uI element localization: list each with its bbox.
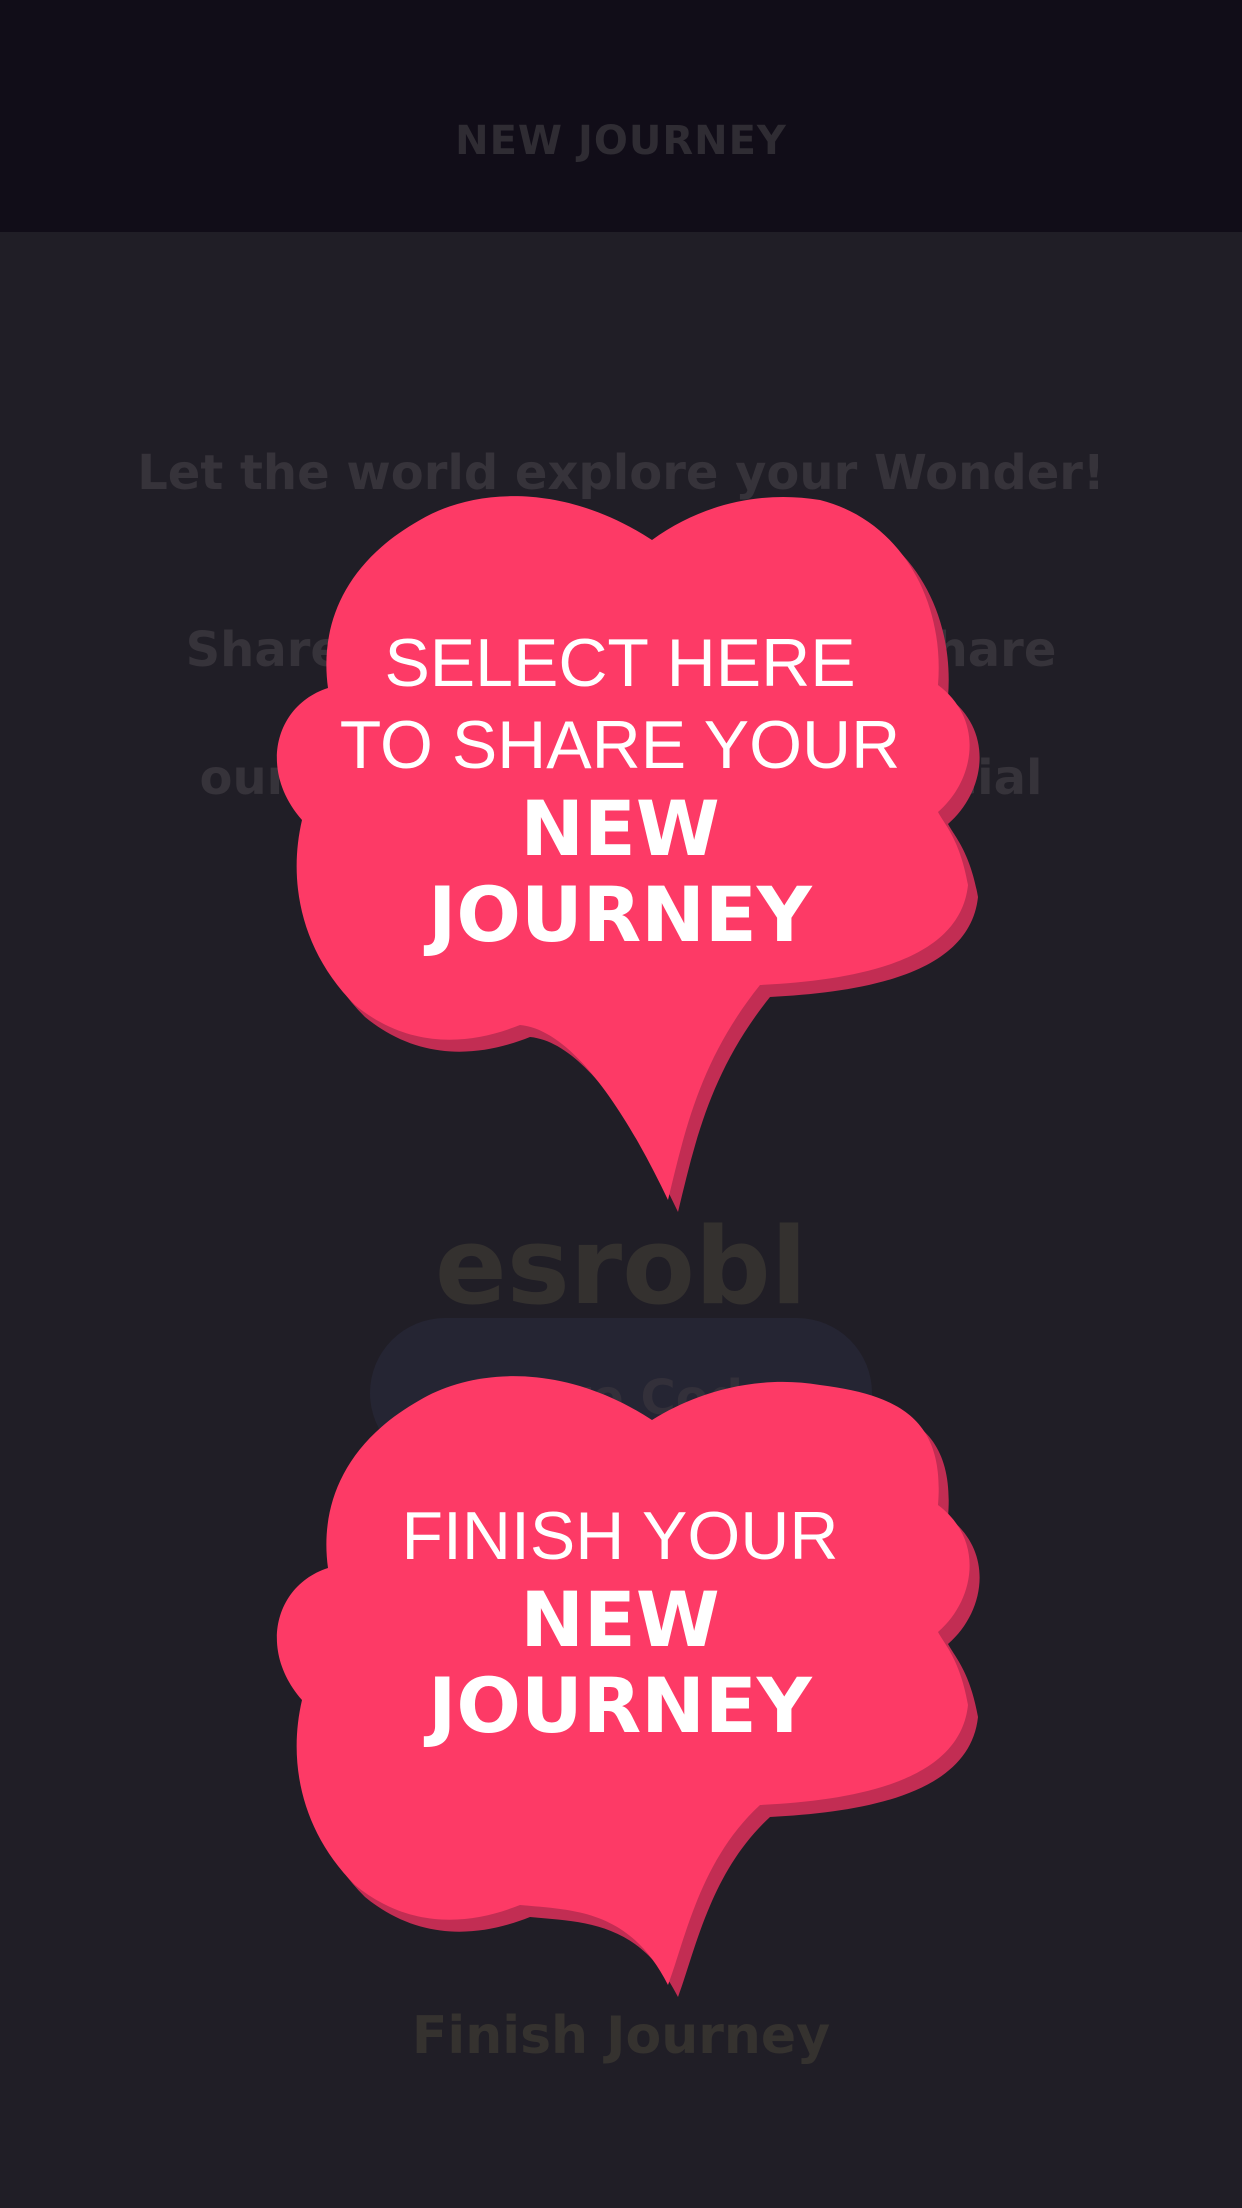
top-bar: NEW JOURNEY: [0, 0, 1242, 232]
finish-journey-button[interactable]: Finish Journey: [300, 2006, 942, 2086]
bubble-share-line3: NEW: [520, 784, 720, 873]
headline-text: Let the world explore your Wonder!: [137, 445, 1105, 501]
tutorial-bubble-finish-text[interactable]: FINISH YOUR NEW JOURNEY: [270, 1495, 970, 1749]
bubble-finish-line2: NEW: [520, 1575, 720, 1664]
share-code-button[interactable]: Share Code: [370, 1318, 872, 1468]
journey-code: esrobl: [434, 1205, 808, 1328]
tutorial-bubble-share-text[interactable]: SELECT HERE TO SHARE YOUR NEW JOURNEY: [270, 622, 970, 958]
bubble-share-line1: SELECT HERE: [384, 625, 856, 701]
bubble-share-line4: JOURNEY: [428, 870, 812, 959]
page-title: NEW JOURNEY: [455, 118, 787, 164]
bubble-finish-line3: JOURNEY: [428, 1661, 812, 1750]
bubble-finish-line1: FINISH YOUR: [401, 1498, 839, 1574]
bubble-share-line2: TO SHARE YOUR: [339, 707, 901, 783]
share-code-button-label: Share Code: [466, 1370, 776, 1426]
